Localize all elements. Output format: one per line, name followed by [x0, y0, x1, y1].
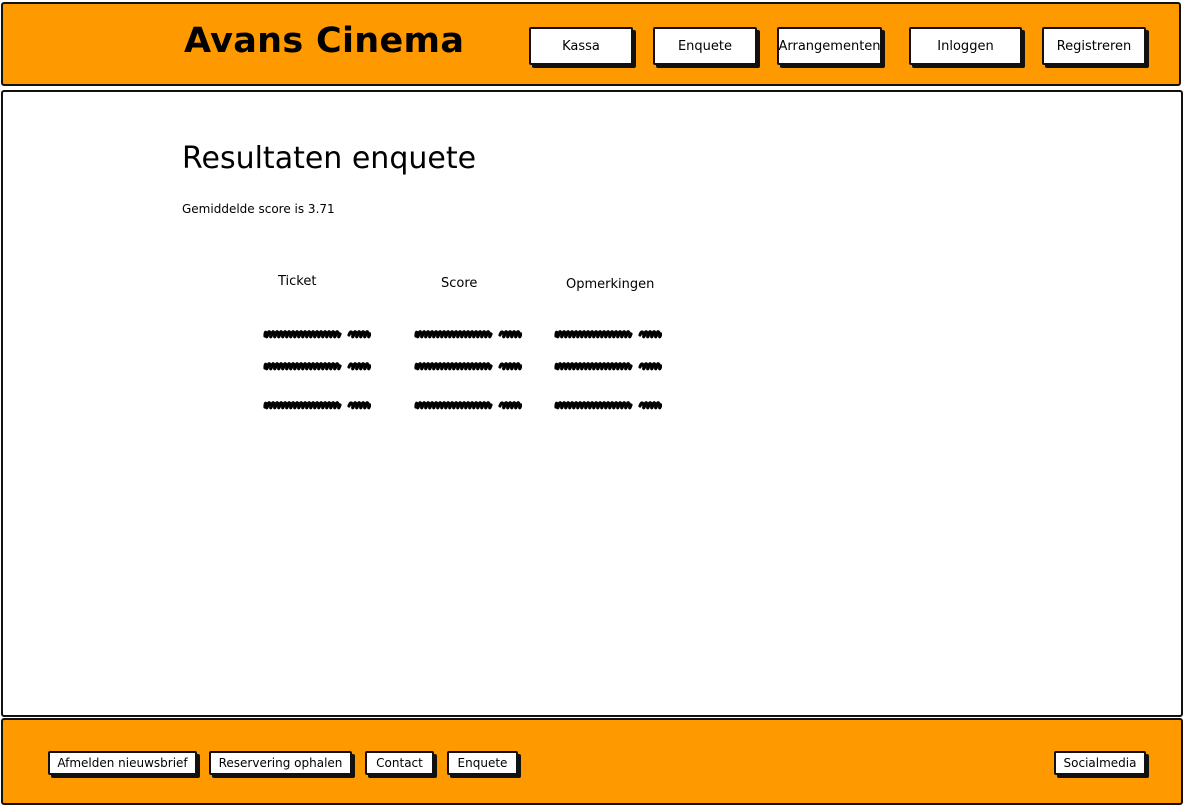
column-header-opmerkingen: Opmerkingen: [566, 277, 655, 292]
nav-button-kassa[interactable]: Kassa: [529, 27, 633, 65]
average-score-text: Gemiddelde score is 3.71: [182, 202, 335, 216]
page-title: Resultaten enquete: [182, 141, 477, 176]
table-cell-score: [414, 397, 523, 411]
page: Avans Cinema Kassa Enquete Arrangementen…: [0, 0, 1185, 807]
nav-button-inloggen[interactable]: Inloggen: [909, 27, 1022, 65]
nav-button-registreren[interactable]: Registreren: [1042, 27, 1146, 65]
footer-link-socialmedia[interactable]: Socialmedia: [1054, 751, 1146, 775]
column-header-ticket: Ticket: [278, 274, 317, 289]
footer-link-afmelden-nieuwsbrief[interactable]: Afmelden nieuwsbrief: [48, 751, 197, 775]
footer-link-enquete[interactable]: Enquete: [447, 751, 518, 775]
brand-title: Avans Cinema: [184, 21, 465, 61]
table-cell-ticket: [263, 358, 372, 372]
header: Avans Cinema Kassa Enquete Arrangementen…: [1, 2, 1181, 86]
table-cell-opmerkingen: [554, 397, 663, 411]
table-cell-score: [414, 358, 523, 372]
table-cell-score: [414, 326, 523, 340]
nav-button-arrangementen[interactable]: Arrangementen: [777, 27, 882, 65]
column-header-score: Score: [441, 276, 478, 291]
footer-link-reservering-ophalen[interactable]: Reservering ophalen: [209, 751, 352, 775]
table-cell-opmerkingen: [554, 358, 663, 372]
nav-button-enquete[interactable]: Enquete: [653, 27, 757, 65]
footer: Afmelden nieuwsbrief Reservering ophalen…: [1, 718, 1183, 805]
main-content: Resultaten enquete Gemiddelde score is 3…: [1, 90, 1183, 717]
footer-link-contact[interactable]: Contact: [365, 751, 434, 775]
table-cell-opmerkingen: [554, 326, 663, 340]
table-cell-ticket: [263, 326, 372, 340]
table-cell-ticket: [263, 397, 372, 411]
